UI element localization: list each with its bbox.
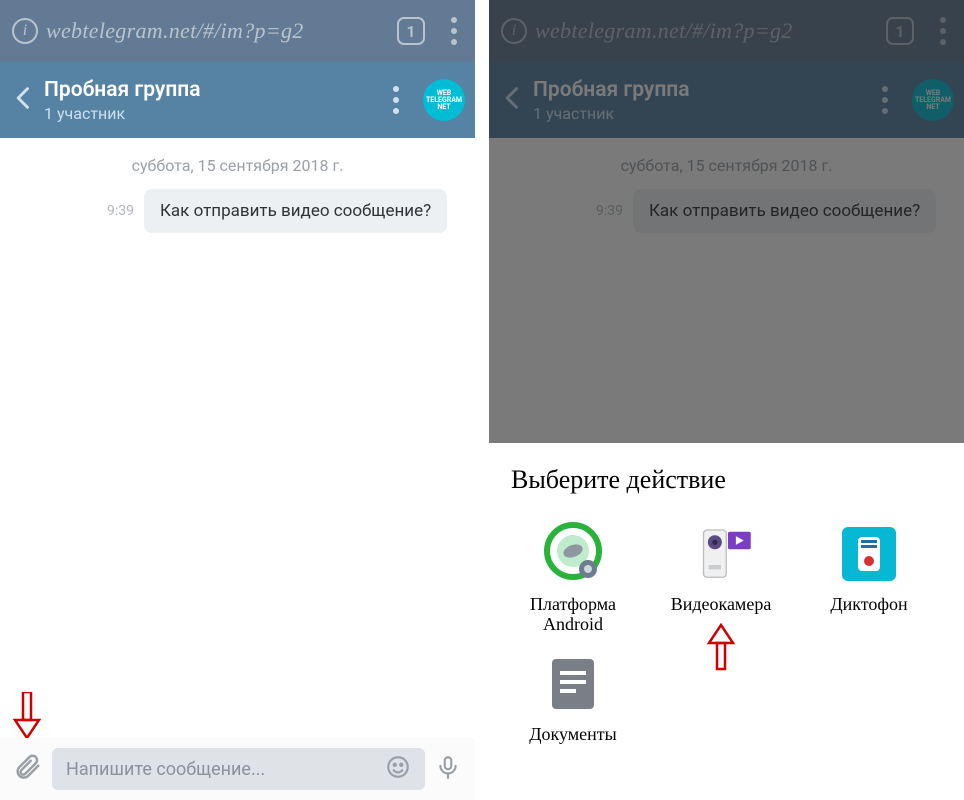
- chat-titles[interactable]: Пробная группа 1 участник: [44, 78, 381, 123]
- chat-body: суббота, 15 сентября 2018 г. 9:39 Как от…: [0, 138, 475, 233]
- back-icon[interactable]: [10, 84, 38, 116]
- video-camera-icon: [686, 519, 756, 589]
- chat-titles[interactable]: Пробная группа 1 участник: [533, 78, 870, 123]
- url-text[interactable]: webtelegram.net/#/im?p=g2: [46, 18, 383, 44]
- action-label: Платформа Android: [503, 595, 643, 635]
- chat-subtitle: 1 участник: [44, 104, 381, 123]
- message-input-bar: Напишите сообщение...: [0, 738, 475, 800]
- chat-title: Пробная группа: [44, 78, 381, 102]
- message-time: 9:39: [501, 203, 623, 219]
- browser-address-bar: i webtelegram.net/#/im?p=g2 1: [0, 0, 475, 62]
- action-sheet: Выберите действие Платформа Android: [489, 443, 964, 800]
- chat-menu-button[interactable]: [870, 86, 900, 114]
- action-dictaphone[interactable]: Диктофон: [799, 519, 939, 635]
- message-row: 9:39 Как отправить видео сообщение?: [489, 189, 964, 233]
- message-time: 9:39: [12, 203, 134, 219]
- browser-menu-button[interactable]: [928, 17, 958, 45]
- url-text[interactable]: webtelegram.net/#/im?p=g2: [535, 18, 872, 44]
- chat-menu-button[interactable]: [381, 86, 411, 114]
- action-label: Диктофон: [830, 595, 907, 615]
- action-documents[interactable]: Документы: [503, 649, 643, 745]
- chat-subtitle: 1 участник: [533, 104, 870, 123]
- tutorial-arrow-icon: [706, 623, 736, 671]
- message-row: 9:39 Как отправить видео сообщение?: [0, 189, 475, 233]
- attach-icon[interactable]: [12, 752, 42, 786]
- date-separator: суббота, 15 сентября 2018 г.: [489, 138, 964, 189]
- browser-address-bar: i webtelegram.net/#/im?p=g2 1: [489, 0, 964, 62]
- info-icon[interactable]: i: [501, 18, 527, 44]
- smiley-icon[interactable]: [385, 754, 411, 785]
- right-screenshot: i webtelegram.net/#/im?p=g2 1 Пробная гр…: [489, 0, 964, 800]
- chat-body: суббота, 15 сентября 2018 г. 9:39 Как от…: [489, 138, 964, 233]
- browser-menu-button[interactable]: [439, 17, 469, 45]
- avatar[interactable]: WEB TELEGRAM NET: [423, 79, 465, 121]
- message-bubble[interactable]: Как отправить видео сообщение?: [633, 189, 936, 233]
- info-icon[interactable]: i: [12, 18, 38, 44]
- documents-icon: [538, 649, 608, 719]
- action-android-platform[interactable]: Платформа Android: [503, 519, 643, 635]
- android-platform-icon: [538, 519, 608, 589]
- action-video-camera[interactable]: Видеокамера: [651, 519, 791, 635]
- mic-icon[interactable]: [435, 754, 461, 784]
- tabs-button[interactable]: 1: [397, 17, 425, 45]
- chat-header: Пробная группа 1 участник WEB TELEGRAM N…: [0, 62, 475, 138]
- back-icon[interactable]: [499, 84, 527, 116]
- sheet-title: Выберите действие: [511, 465, 950, 495]
- date-separator: суббота, 15 сентября 2018 г.: [0, 138, 475, 189]
- action-label: Видеокамера: [671, 595, 772, 615]
- chat-title: Пробная группа: [533, 78, 870, 102]
- tabs-button[interactable]: 1: [886, 17, 914, 45]
- tabs-count: 1: [406, 22, 415, 41]
- input-placeholder: Напишите сообщение...: [66, 759, 265, 780]
- left-screenshot: i webtelegram.net/#/im?p=g2 1 Пробная гр…: [0, 0, 475, 800]
- tabs-count: 1: [895, 22, 904, 41]
- message-input[interactable]: Напишите сообщение...: [52, 748, 425, 790]
- dictaphone-icon: [834, 519, 904, 589]
- avatar[interactable]: WEB TELEGRAM NET: [912, 79, 954, 121]
- chat-header: Пробная группа 1 участник WEB TELEGRAM N…: [489, 62, 964, 138]
- tutorial-arrow-icon: [12, 692, 42, 740]
- action-label: Документы: [529, 725, 617, 745]
- message-bubble[interactable]: Как отправить видео сообщение?: [144, 189, 447, 233]
